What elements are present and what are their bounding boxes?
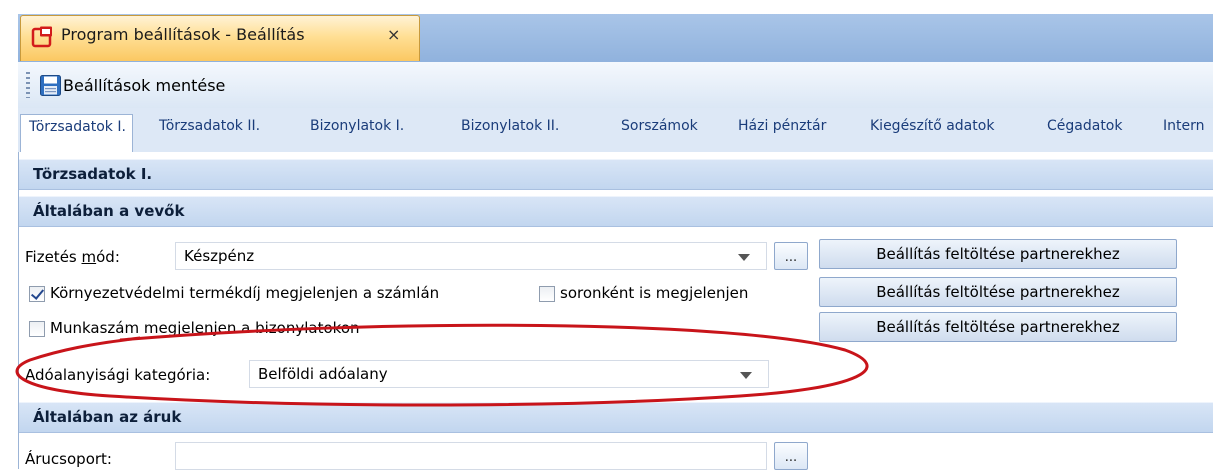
payment-method-label: Fizetés mód:	[25, 248, 120, 266]
payment-method-select[interactable]: Készpénz	[175, 242, 767, 270]
tab-hazi-penztar[interactable]: Házi pénztár	[738, 118, 826, 134]
tab-kiegeszito-adatok[interactable]: Kiegészítő adatok	[870, 118, 994, 134]
floppy-disk-icon	[40, 75, 61, 96]
payment-method-value: Készpénz	[184, 247, 255, 265]
close-icon[interactable]: ×	[387, 25, 400, 44]
settings-tab-bar: Törzsadatok I. Törzsadatok II. Bizonylat…	[18, 108, 1213, 152]
document-tab-strip: Program beállítások - Beállítás ×	[0, 0, 1213, 62]
chevron-down-icon	[740, 372, 752, 379]
worknumber-label: Munkaszám megjelenjen a bizonylatokon	[50, 319, 360, 337]
save-settings-button[interactable]: Beállítások mentése	[36, 68, 256, 102]
fill-partners-button-2[interactable]: Beállítás feltöltése partnerekhez	[819, 277, 1177, 307]
env-fee-label: Környezetvédelmi termékdíj megjelenjen a…	[50, 284, 440, 302]
tax-category-label: Adóalanyisági kategória:	[25, 366, 211, 384]
settings-window-icon	[31, 26, 52, 48]
page-title-header: Törzsadatok I.	[19, 159, 1213, 190]
product-group-field[interactable]	[175, 442, 767, 470]
chevron-down-icon	[738, 254, 750, 261]
toolbar-grip-handle[interactable]	[26, 72, 30, 98]
tab-cegadatok[interactable]: Cégadatok	[1047, 118, 1122, 134]
tab-bizonylatok-1[interactable]: Bizonylatok I.	[310, 118, 404, 134]
toolbar: Beállítások mentése	[18, 62, 1213, 109]
env-fee-checkbox[interactable]	[29, 286, 45, 302]
tax-category-value: Belföldi adóalany	[258, 365, 388, 383]
product-group-browse-button[interactable]: ...	[774, 442, 808, 470]
fill-partners-button-1[interactable]: Beállítás feltöltése partnerekhez	[819, 239, 1177, 269]
fill-partners-button-3[interactable]: Beállítás feltöltése partnerekhez	[819, 312, 1177, 342]
tax-category-select[interactable]: Belföldi adóalany	[249, 360, 769, 388]
product-group-label: Árucsoport:	[25, 450, 112, 468]
payment-method-label-post: ód:	[96, 248, 120, 266]
per-row-label: soronként is megjelenjen	[560, 284, 749, 302]
customers-group-header: Általában a vevők	[19, 196, 1213, 227]
payment-method-label-mnemonic: m	[81, 248, 97, 266]
worknumber-checkbox[interactable]	[29, 321, 45, 337]
page-title: Törzsadatok I.	[33, 165, 153, 183]
per-row-checkbox[interactable]	[539, 286, 555, 302]
settings-content: Törzsadatok I. Általában a vevők Fizetés…	[18, 152, 1213, 470]
payment-method-browse-button[interactable]: ...	[774, 242, 808, 270]
tab-torzsadatok-2[interactable]: Törzsadatok II.	[159, 118, 260, 134]
document-tab-title: Program beállítások - Beállítás	[61, 25, 305, 44]
customers-group-title: Általában a vevők	[33, 202, 185, 220]
save-settings-label: Beállítások mentése	[63, 76, 226, 95]
products-group-title: Általában az áruk	[33, 408, 182, 426]
tab-torzsadatok-1[interactable]: Törzsadatok I.	[20, 114, 133, 152]
products-group-header: Általában az áruk	[19, 402, 1213, 433]
document-tab[interactable]: Program beállítások - Beállítás ×	[20, 15, 420, 61]
tab-intern[interactable]: Intern	[1163, 118, 1205, 134]
payment-method-label-pre: Fizetés	[25, 248, 82, 266]
tab-bizonylatok-2[interactable]: Bizonylatok II.	[461, 118, 559, 134]
tab-sorszamok[interactable]: Sorszámok	[621, 118, 698, 134]
